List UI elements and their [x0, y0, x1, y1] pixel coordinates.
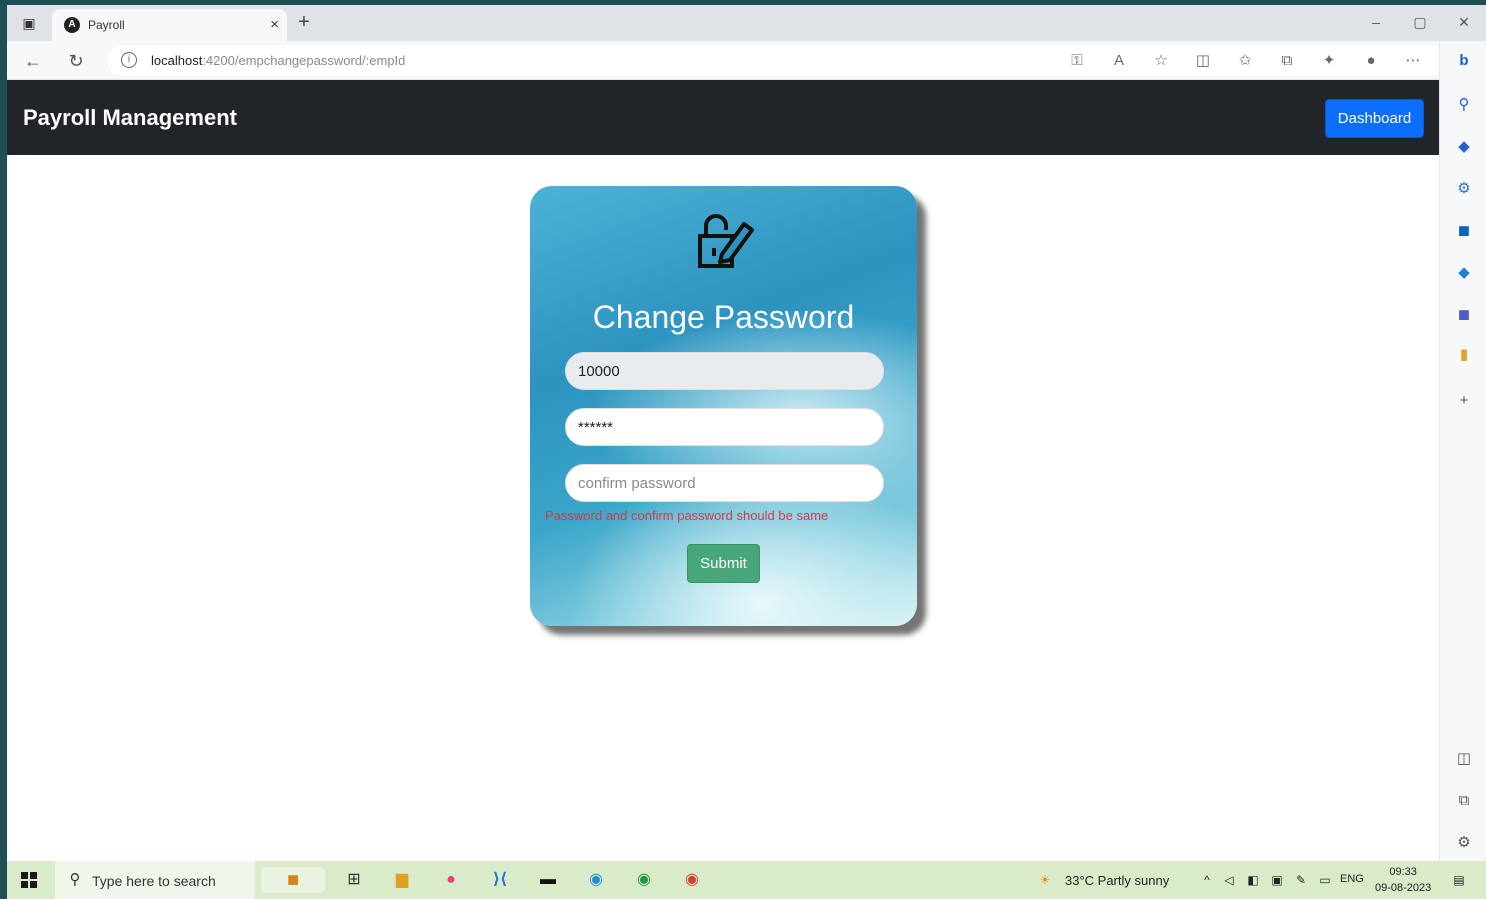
url-path: :4200/empchangepassword/:empId: [202, 53, 406, 68]
file-explorer-icon[interactable]: ▆: [388, 867, 416, 893]
tab-actions-icon[interactable]: ▣: [19, 13, 39, 33]
read-aloud-icon[interactable]: A: [1107, 49, 1131, 73]
employee-id-input[interactable]: [565, 352, 884, 390]
windows-start-icon[interactable]: [21, 872, 37, 888]
search-icon[interactable]: ⚲: [1452, 93, 1476, 117]
windows-taskbar: ⚲ Type here to search ■ ⊞ ▆ ● ⟩⟨ ▬ ◉ ◉ ◉…: [7, 861, 1486, 899]
volume-icon[interactable]: ◁: [1221, 871, 1237, 889]
tools-icon[interactable]: ⚙: [1452, 177, 1476, 201]
close-window-button[interactable]: ✕: [1442, 5, 1486, 41]
app-icon[interactable]: ●: [437, 867, 465, 893]
url-host: localhost: [151, 53, 203, 68]
clock-date: 09-08-2023: [1375, 882, 1432, 894]
profile-avatar-icon[interactable]: ●: [1359, 49, 1383, 73]
taskbar-work-icon[interactable]: ■: [261, 867, 325, 893]
shopping-tag-icon[interactable]: ◆: [1452, 135, 1476, 159]
confirm-password-input[interactable]: [565, 464, 884, 502]
favorites-icon[interactable]: ✩: [1233, 49, 1257, 73]
password-mismatch-error: Password and confirm password should be …: [545, 508, 829, 523]
task-view-icon[interactable]: ⊞: [340, 867, 368, 893]
bing-chat-icon[interactable]: b: [1452, 49, 1476, 73]
brand-title[interactable]: Payroll Management: [23, 105, 237, 131]
search-icon: ⚲: [69, 871, 81, 888]
more-menu-icon[interactable]: ⋯: [1401, 49, 1425, 73]
favorite-star-icon[interactable]: ☆: [1149, 49, 1173, 73]
key-icon[interactable]: ⚿: [1065, 49, 1089, 73]
taskbar-search-text: Type here to search: [92, 873, 216, 889]
taskbar-clock[interactable]: 09:33 09-08-2023: [1375, 864, 1431, 896]
tray-chevron-icon[interactable]: ^: [1199, 871, 1215, 889]
back-arrow-icon[interactable]: ←: [21, 49, 45, 73]
edge-dev-icon[interactable]: ◉: [630, 867, 658, 893]
taskbar-search-box[interactable]: ⚲ Type here to search: [55, 861, 255, 899]
outlook-icon[interactable]: ◼: [1452, 219, 1476, 243]
terminal-icon[interactable]: ▬: [534, 867, 562, 893]
change-password-card: Change Password Password and confirm pas…: [530, 186, 917, 626]
address-bar: ← ↻ i localhost:4200/empchangepassword/:…: [7, 41, 1486, 80]
minimize-button[interactable]: –: [1354, 5, 1398, 41]
pen-icon[interactable]: ✎: [1293, 871, 1309, 889]
language-indicator[interactable]: ENG: [1340, 873, 1364, 885]
tab-payroll[interactable]: A Payroll ×: [52, 9, 287, 41]
url-text[interactable]: localhost:4200/empchangepassword/:empId: [151, 53, 405, 68]
window-controls: – ▢ ✕: [1354, 5, 1486, 41]
submit-button[interactable]: Submit: [687, 544, 760, 583]
tab-strip: ▣ A Payroll × + – ▢ ✕: [7, 5, 1486, 41]
split-screen-icon[interactable]: ◫: [1191, 49, 1215, 73]
display-icon[interactable]: ▣: [1269, 871, 1285, 889]
network-icon[interactable]: ◧: [1245, 871, 1261, 889]
new-tab-button[interactable]: +: [292, 10, 316, 34]
page-viewport: Payroll Management Dashboard Change Pass…: [7, 80, 1439, 861]
weather-icon[interactable]: ☀: [1037, 871, 1053, 889]
browser-toolbar: ⚿ A ☆ ◫ ✩ ⧉ ✦ ● ⋯: [1065, 49, 1425, 73]
app-navbar: Payroll Management Dashboard: [7, 80, 1439, 155]
hide-sidebar-icon[interactable]: ◫: [1452, 747, 1476, 771]
tab-title: Payroll: [88, 18, 125, 32]
site-info-icon[interactable]: i: [121, 52, 137, 68]
dashboard-button[interactable]: Dashboard: [1325, 99, 1424, 138]
lock-edit-icon: [698, 214, 754, 268]
tab-close-icon[interactable]: ×: [270, 16, 279, 33]
battery-icon[interactable]: ▭: [1317, 871, 1333, 889]
browser-window: ▣ A Payroll × + – ▢ ✕ ← ↻ i localhost:42…: [7, 5, 1486, 861]
notifications-icon[interactable]: ▤: [1451, 871, 1467, 889]
clock-time: 09:33: [1389, 866, 1417, 878]
extension-icon[interactable]: ✦: [1317, 49, 1341, 73]
refresh-icon[interactable]: ↻: [64, 49, 88, 73]
form-title: Change Password: [592, 299, 855, 335]
add-sidebar-icon[interactable]: +: [1452, 389, 1476, 413]
angular-favicon-icon: A: [64, 17, 80, 33]
chrome-icon[interactable]: ◉: [678, 867, 706, 893]
teams-icon[interactable]: ◼: [1452, 303, 1476, 327]
maximize-button[interactable]: ▢: [1398, 5, 1442, 41]
vscode-icon[interactable]: ⟩⟨: [486, 867, 514, 893]
sidebar-settings-icon[interactable]: ⚙: [1452, 831, 1476, 855]
drop-icon[interactable]: ◆: [1452, 261, 1476, 285]
office-icon[interactable]: ▮: [1452, 343, 1476, 367]
edge-icon[interactable]: ◉: [582, 867, 610, 893]
external-link-icon[interactable]: ⧉: [1452, 789, 1476, 813]
collections-icon[interactable]: ⧉: [1275, 49, 1299, 73]
password-input[interactable]: [565, 408, 884, 446]
weather-text[interactable]: 33°C Partly sunny: [1065, 873, 1169, 888]
edge-sidebar: b ⚲ ◆ ⚙ ◼ ◆ ◼ ▮ + ◫ ⧉ ⚙: [1439, 41, 1486, 861]
